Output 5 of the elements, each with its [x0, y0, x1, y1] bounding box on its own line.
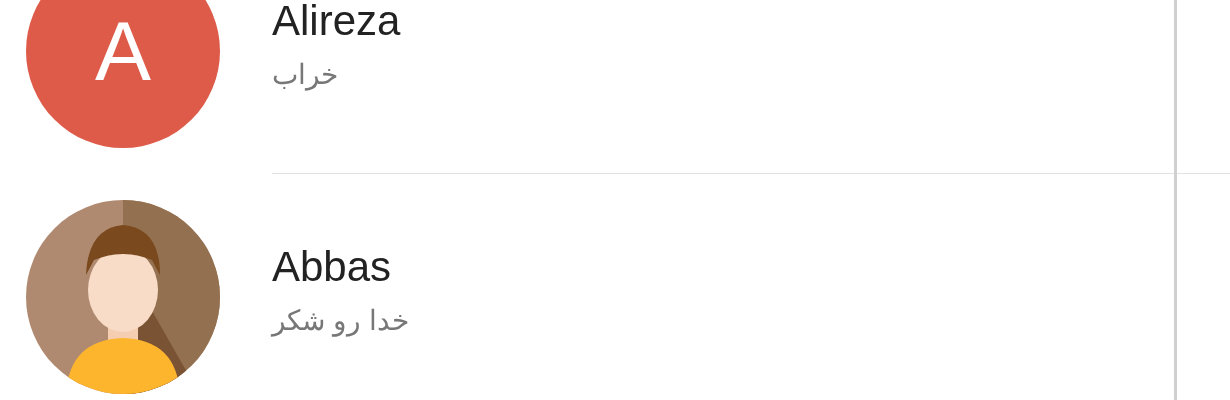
message-preview: خدا رو شکر — [272, 303, 409, 339]
avatar: A — [26, 0, 220, 148]
contact-name: Alireza — [272, 0, 402, 47]
contact-name: Abbas — [272, 242, 393, 293]
message-preview: خراب — [272, 57, 338, 93]
